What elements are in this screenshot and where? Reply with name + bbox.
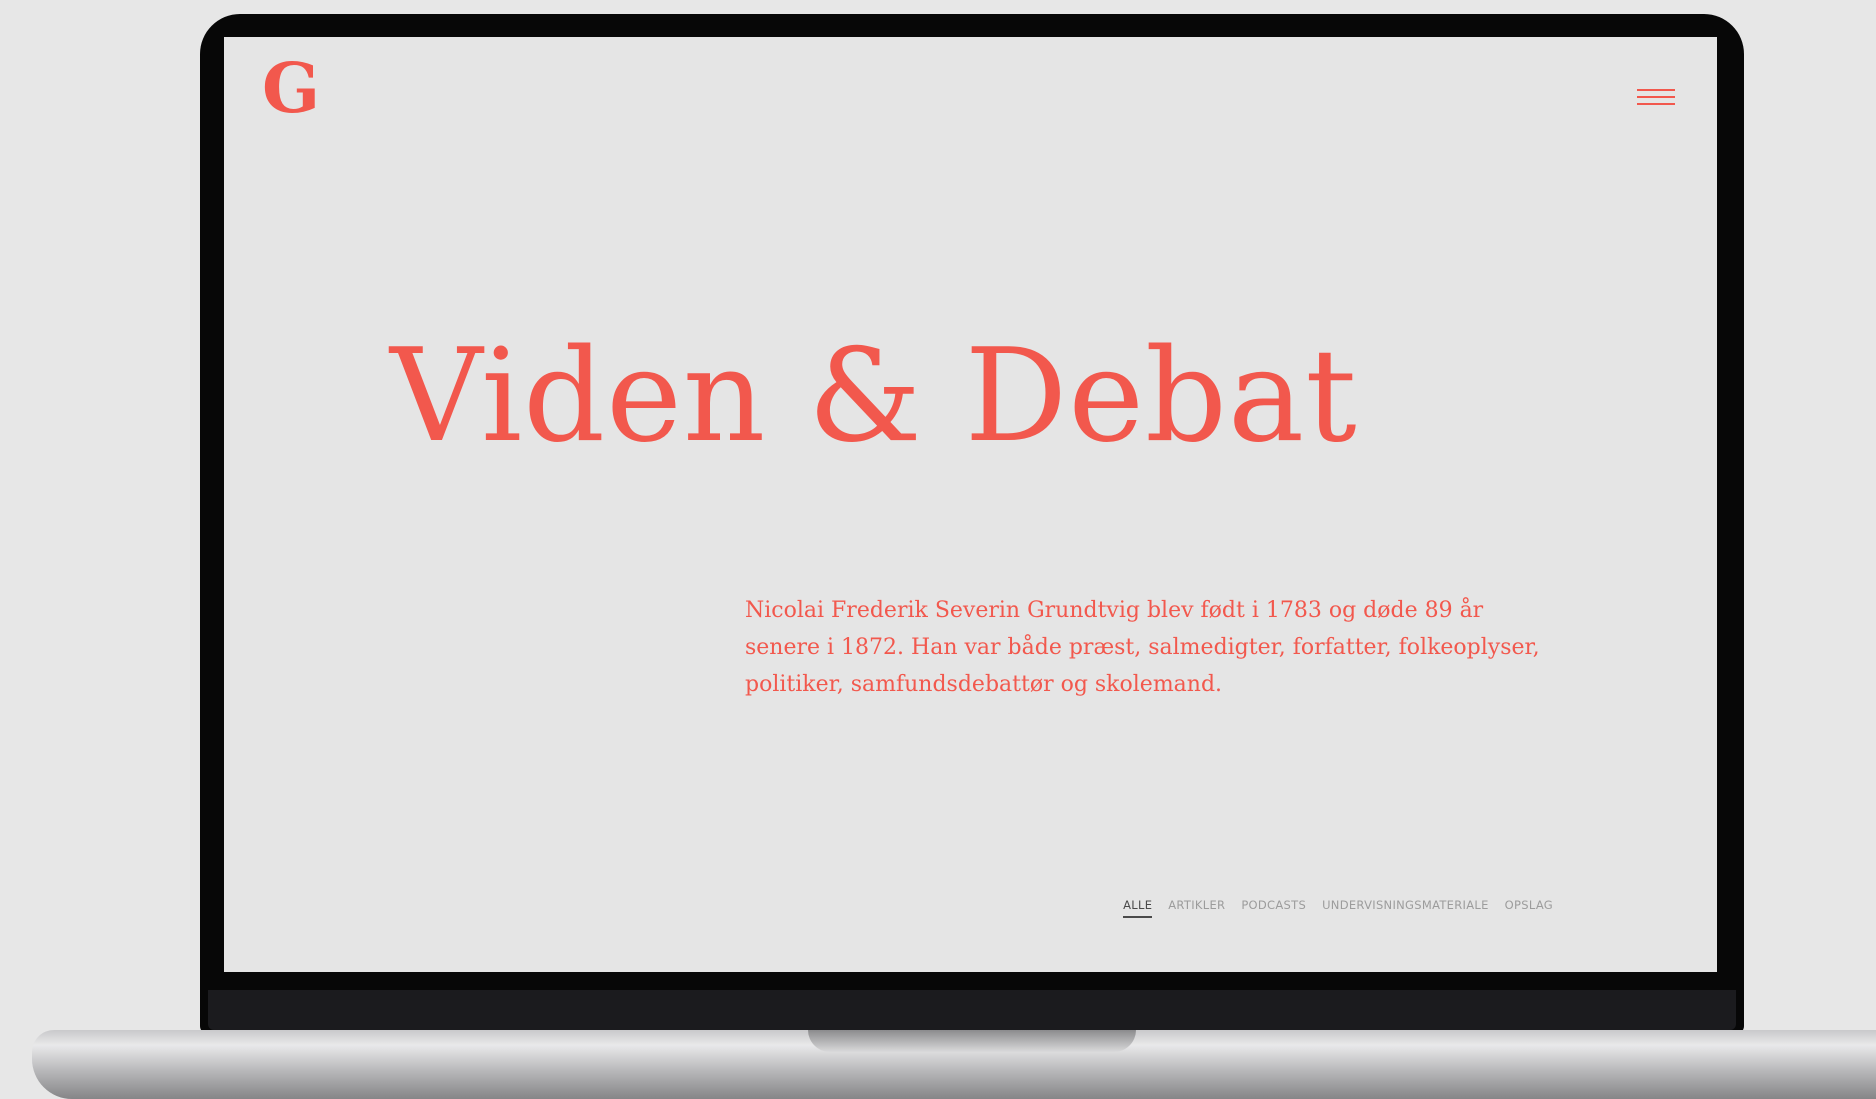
menu-line bbox=[1637, 96, 1675, 98]
hamburger-menu-icon[interactable] bbox=[1637, 89, 1675, 107]
tab-artikler[interactable]: ARTIKLER bbox=[1168, 898, 1225, 918]
tab-alle[interactable]: ALLE bbox=[1123, 898, 1153, 918]
tab-undervisningsmateriale[interactable]: UNDERVISNINGSMATERIALE bbox=[1322, 898, 1489, 918]
intro-paragraph: Nicolai Frederik Severin Grundtvig blev … bbox=[745, 598, 1540, 697]
menu-line bbox=[1637, 89, 1675, 91]
content-filter-tabs: ALLE ARTIKLER PODCASTS UNDERVISNINGSMATE… bbox=[1123, 898, 1553, 918]
laptop-screen: G Viden & Debat Nicolai Frederik Severin… bbox=[224, 37, 1717, 972]
site-logo[interactable]: G bbox=[262, 55, 320, 123]
laptop-opening-notch bbox=[808, 1030, 1136, 1052]
menu-line bbox=[1637, 103, 1675, 105]
page-title: Viden & Debat bbox=[390, 322, 1358, 471]
laptop-bezel-bottom bbox=[208, 990, 1736, 1030]
tab-opslag[interactable]: OPSLAG bbox=[1505, 898, 1553, 918]
tab-podcasts[interactable]: PODCASTS bbox=[1241, 898, 1306, 918]
